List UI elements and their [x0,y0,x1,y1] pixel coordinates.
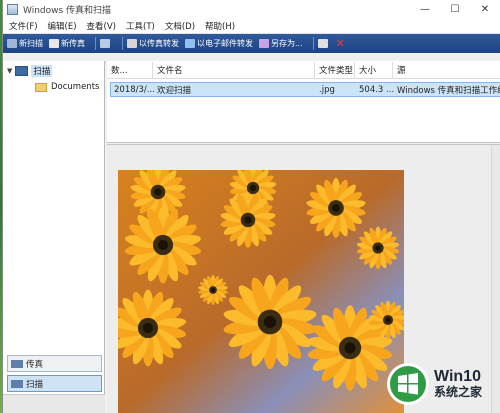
forward-fax-icon [127,39,137,48]
column-filetype[interactable]: 文件类型 [315,62,355,78]
row-date: 2018/3/... [114,84,154,95]
table-row[interactable]: 2018/3/... 欢迎扫描 .jpg 504.3 ... Windows 传… [110,82,500,97]
menu-file[interactable]: 文件(F) [9,20,38,32]
column-filename[interactable]: 文件名 [153,62,315,78]
menu-view[interactable]: 查看(V) [87,20,116,32]
save-as-button[interactable]: 另存为... [259,38,303,49]
menu-help[interactable]: 帮助(H) [205,20,235,32]
view-button[interactable] [100,39,112,48]
printer-icon [317,39,328,48]
menu-edit[interactable]: 编辑(E) [48,20,77,32]
delete-icon: ✕ [335,37,345,50]
folder-icon [35,82,47,92]
menu-tools[interactable]: 工具(T) [126,20,155,32]
column-source[interactable]: 源 [393,62,500,78]
email-icon [185,39,195,48]
document-list: 数... 文件名 文件类型 大小 源 2018/3/... 欢迎扫描 .jpg … [107,61,500,143]
close-button[interactable]: ✕ [470,0,500,18]
tree-item-scan-label: 扫描 [31,65,53,77]
forward-email-button[interactable]: 以电子邮件转发 [185,38,253,49]
forward-fax-label: 以传真转发 [139,39,179,48]
row-filetype: .jpg [319,84,335,95]
nav-fax-label: 传真 [26,359,44,370]
new-fax-label: 新传真 [61,39,85,48]
scanner-icon [7,39,17,48]
toolbar-separator [312,37,314,50]
menu-bar: 文件(F) 编辑(E) 查看(V) 工具(T) 文档(D) 帮助(H) [3,18,500,34]
forward-fax-button[interactable]: 以传真转发 [127,38,179,49]
chevron-down-icon[interactable]: ▼ [7,67,12,75]
new-fax-button[interactable]: 新传真 [49,38,85,49]
windows-logo-icon [387,363,429,405]
folder-tree-panel: ▼ 扫描 Documents 传真 扫描 [3,61,105,413]
row-source: Windows 传真和扫描工作组 [397,85,500,96]
monitor-icon [100,39,110,48]
minimize-button[interactable]: — [410,0,440,18]
column-date[interactable]: 数... [107,62,153,78]
watermark-site: 系统之家 [434,385,483,400]
new-scan-label: 新扫描 [19,39,43,48]
watermark-brand: Win10 [434,367,481,385]
new-scan-button[interactable]: 新扫描 [7,38,43,49]
tree-item-documents-label: Documents [51,82,100,92]
toolbar-separator [122,37,123,50]
toolbar: 新扫描 新传真 以传真转发 以电子邮件转发 另存为... ✕ [3,34,500,53]
fax-scan-window: Windows 传真和扫描 — ☐ ✕ 文件(F) 编辑(E) 查看(V) 工具… [2,0,500,413]
list-header: 数... 文件名 文件类型 大小 源 [107,62,500,79]
fax-icon [11,359,23,368]
scanner-icon [11,379,23,388]
watermark: Win10 系统之家 [386,359,500,409]
nav-scan-button[interactable]: 扫描 [7,375,102,392]
fax-icon [49,39,59,48]
column-size[interactable]: 大小 [355,62,393,78]
maximize-button[interactable]: ☐ [440,0,470,18]
title-bar: Windows 传真和扫描 — ☐ ✕ [3,0,500,18]
tree-item-documents[interactable]: Documents [35,82,99,92]
scanned-image-preview [118,170,404,413]
forward-email-label: 以电子邮件转发 [197,39,253,48]
nav-scan-label: 扫描 [26,379,44,390]
toolbar-separator [95,37,96,50]
print-button[interactable] [317,39,330,48]
delete-button[interactable]: ✕ [336,37,345,50]
scanner-folder-icon [15,66,29,76]
nav-fax-button[interactable]: 传真 [7,355,102,372]
app-icon [7,3,18,15]
tree-item-scan[interactable]: ▼ 扫描 [7,65,53,77]
window-title: Windows 传真和扫描 [23,5,112,16]
status-bar [3,394,105,413]
row-size: 504.3 ... [359,84,394,95]
save-as-label: 另存为... [271,39,303,48]
save-icon [259,39,269,48]
menu-document[interactable]: 文档(D) [165,20,195,32]
row-filename: 欢迎扫描 [157,85,192,96]
